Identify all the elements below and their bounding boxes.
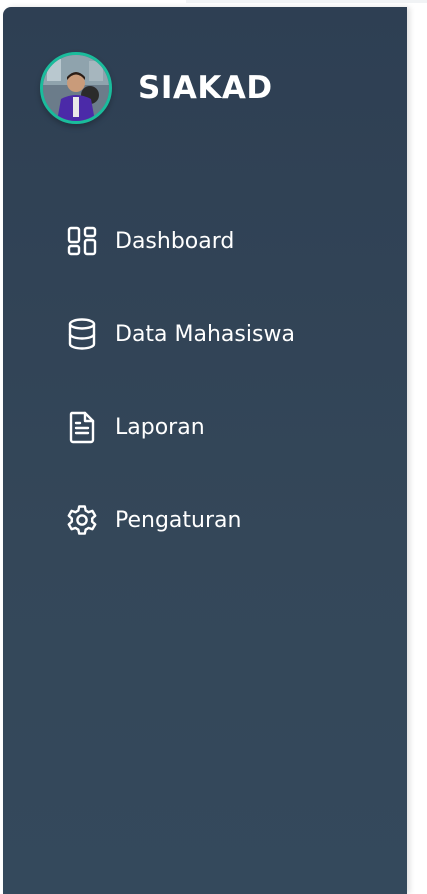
- user-avatar-icon: [43, 55, 109, 121]
- sidebar-item-data-mahasiswa[interactable]: Data Mahasiswa: [65, 310, 295, 358]
- sidebar-menu: Dashboard Data Mahasiswa Laporan Pengatu…: [65, 217, 295, 589]
- gear-icon: [65, 503, 99, 537]
- sidebar-item-label: Data Mahasiswa: [115, 321, 295, 347]
- brand-header[interactable]: SIAKAD: [40, 52, 273, 124]
- sidebar: SIAKAD Dashboard Data Mahasiswa Laporan …: [3, 7, 407, 894]
- page: SIAKAD Dashboard Data Mahasiswa Laporan …: [0, 0, 427, 894]
- sidebar-item-laporan[interactable]: Laporan: [65, 403, 295, 451]
- top-divider: [186, 0, 427, 3]
- document-icon: [65, 410, 99, 444]
- sidebar-item-label: Laporan: [115, 414, 205, 440]
- sidebar-item-label: Pengaturan: [115, 507, 242, 533]
- sidebar-item-pengaturan[interactable]: Pengaturan: [65, 496, 295, 544]
- app-title: SIAKAD: [138, 70, 273, 106]
- database-icon: [65, 317, 99, 351]
- sidebar-item-dashboard[interactable]: Dashboard: [65, 217, 295, 265]
- dashboard-grid-icon: [65, 224, 99, 258]
- sidebar-item-label: Dashboard: [115, 228, 235, 254]
- avatar[interactable]: [40, 52, 112, 124]
